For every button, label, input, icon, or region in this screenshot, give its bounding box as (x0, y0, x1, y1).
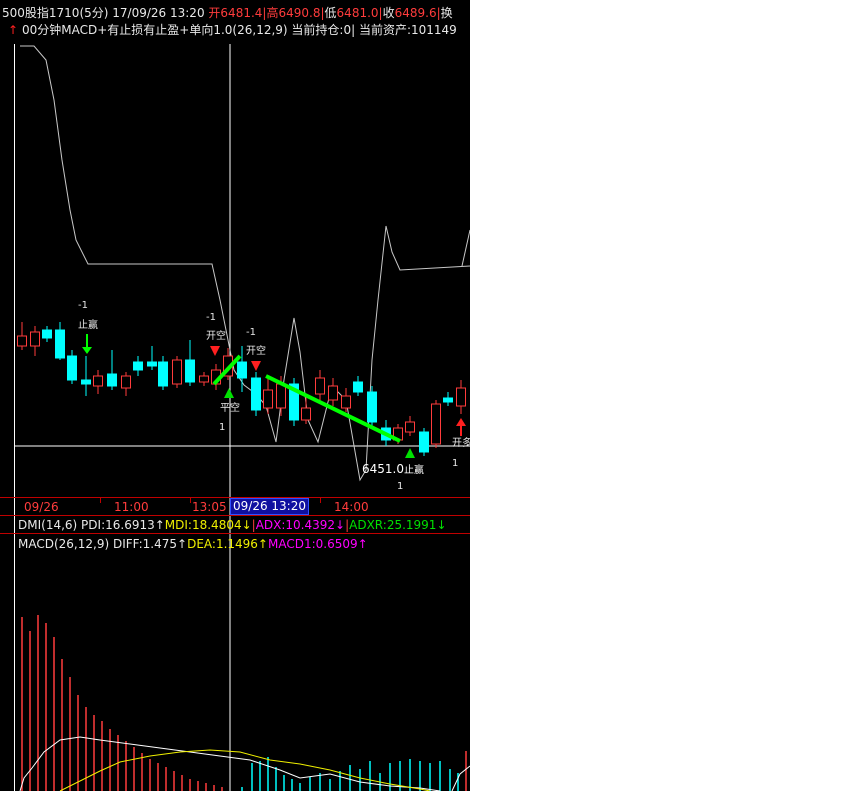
signal-minus-one-a: -1 (78, 300, 88, 311)
candle-body (107, 373, 117, 387)
signal-open-long: 开多 (452, 438, 470, 449)
panel-separator (0, 533, 470, 534)
candle-body (443, 397, 453, 403)
close-short-marker (224, 388, 234, 398)
macd-diff: DIFF:1.475↑ (112, 537, 188, 551)
candle-body (251, 377, 261, 411)
signal-one-b: 1 (452, 458, 459, 469)
candle-body (276, 383, 286, 409)
signal-stop-short: 止赢 (78, 320, 98, 331)
candle-body (147, 361, 157, 367)
signal-close-short: 平空 (220, 403, 240, 414)
signal-open-short-1: 开空 (206, 331, 226, 342)
macd-legend: MACD(26,12,9) DIFF:1.475↑DEA:1.1496↑MACD… (18, 536, 368, 552)
time-label-date: 09/26 (24, 500, 59, 514)
candle-body (172, 359, 182, 385)
candle-body (237, 361, 247, 379)
indicator-line-upper (20, 45, 470, 482)
crosshair-time-label: 09/26 13:20 (230, 498, 309, 515)
macd-name: MACD(26,12,9) (18, 537, 110, 551)
candle-body (263, 389, 273, 409)
stop-win-marker (405, 448, 415, 458)
long-arrow-head-icon (456, 418, 466, 426)
indicator-line-tail (461, 229, 470, 267)
candle-body (315, 377, 325, 395)
candle-body (67, 355, 77, 381)
signal-minus-one-b: -1 (206, 312, 216, 323)
candle-body (405, 421, 415, 433)
time-label-1400: 14:00 (334, 500, 369, 514)
candle-body (199, 375, 209, 383)
candlesticks (17, 322, 466, 456)
candle-body (328, 385, 338, 401)
time-label-1305: 13:05 (192, 500, 227, 514)
candle-body (93, 375, 103, 387)
short-entry-marker-1 (210, 346, 220, 356)
candle-body (17, 335, 27, 347)
macd-dea: DEA:1.1496↑ (187, 537, 268, 551)
candle-body (133, 361, 143, 371)
stop-arrow-head-icon (82, 347, 92, 354)
signal-one-a: 1 (219, 422, 226, 433)
price-marker-label: 6451.0止赢 (362, 462, 424, 478)
short-entry-marker-2 (251, 361, 261, 371)
candle-body (367, 391, 377, 423)
candle-body (431, 403, 441, 445)
candle-body (42, 329, 52, 339)
chart-terminal[interactable]: 500股指1710(5分) 17/09/26 13:20 开6481.4|高64… (0, 0, 470, 791)
dmi-adx: ADX:10.4392↓ (255, 518, 346, 532)
candle-body (341, 395, 351, 409)
macd-panel (21, 615, 467, 791)
dmi-name: DMI(14,6) (18, 518, 78, 532)
chart-gridlines (14, 44, 470, 791)
candle-body (55, 329, 65, 359)
price-marker-value: 6451.0 (362, 462, 404, 476)
candle-body (30, 331, 40, 347)
candle-body (185, 359, 195, 383)
candle-body (301, 407, 311, 421)
dmi-mdi: MDI:18.4804↓ (164, 518, 252, 532)
signal-open-short-2: 开空 (246, 346, 266, 357)
dmi-pdi: PDI:16.6913↑ (81, 518, 165, 532)
macd-macd1: MACD1:0.6509↑ (267, 537, 368, 551)
candle-body (353, 381, 363, 393)
macd-dea-line (59, 749, 431, 791)
time-label-1100: 11:00 (114, 500, 149, 514)
candle-body (121, 375, 131, 389)
signal-stop-win-2: 止赢 (404, 465, 424, 476)
time-tick (320, 498, 321, 503)
dmi-legend: DMI(14,6) PDI:16.6913↑MDI:18.4804↓|ADX:1… (18, 518, 447, 532)
candle-body (419, 431, 429, 453)
signal-minus-one-c: -1 (246, 327, 256, 338)
candle-body (81, 379, 91, 385)
chart-canvas[interactable] (0, 0, 470, 791)
time-tick (190, 498, 191, 503)
signal-markers (82, 334, 466, 458)
candle-body (456, 387, 466, 407)
candle-body (158, 361, 168, 387)
dmi-adxr: ADXR:25.1991↓ (349, 518, 447, 532)
signal-one-c: 1 (397, 481, 404, 492)
macd-diff-end (451, 765, 470, 791)
time-tick (100, 498, 101, 503)
